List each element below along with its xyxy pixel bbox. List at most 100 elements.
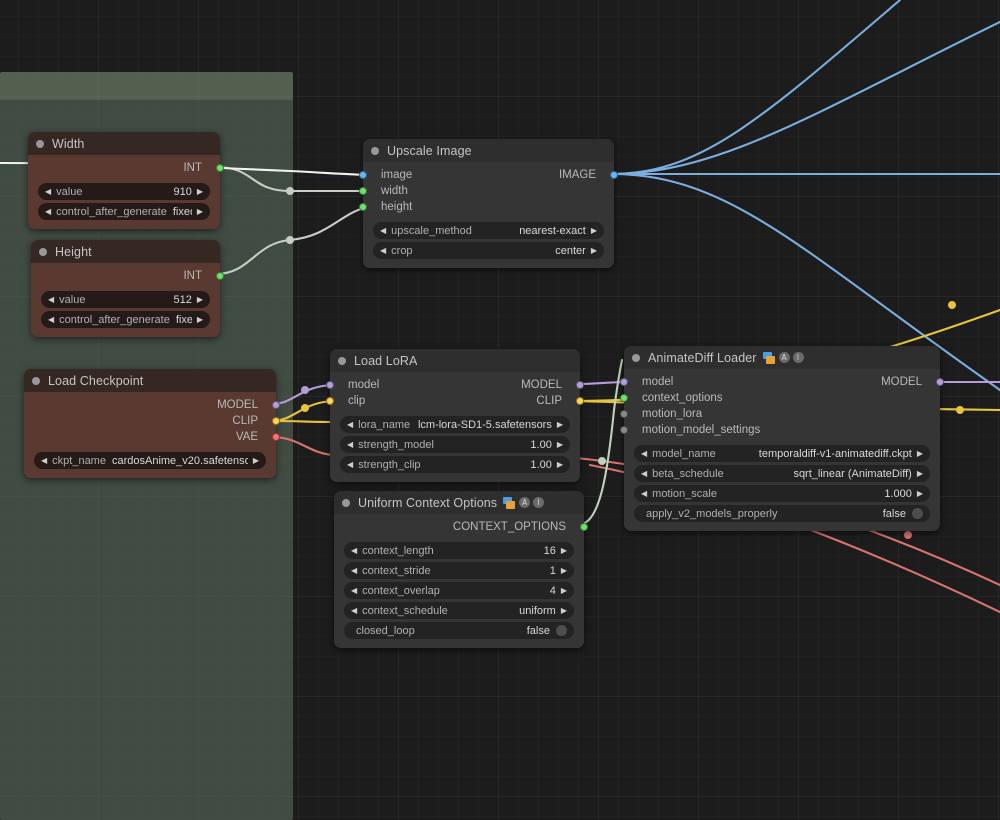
slot-dot-icon[interactable] [620,378,628,386]
slot-dot-icon[interactable] [576,381,584,389]
input-slot-context_options[interactable]: context_options [620,390,733,406]
input-slot-clip[interactable]: clip [326,393,375,409]
chevron-left-icon[interactable]: ◀ [48,295,54,304]
chevron-right-icon[interactable]: ▶ [591,226,597,235]
slot-dot-icon[interactable] [359,203,367,211]
output-slot-VAE[interactable]: VAE [226,429,280,445]
a-circle-icon[interactable]: A [778,352,790,363]
input-slot-motion_lora[interactable]: motion_lora [620,406,712,422]
slot-dot-icon[interactable] [580,523,588,531]
collapse-dot-icon[interactable] [36,139,44,148]
widget-control_after_generate[interactable]: ◀ control_after_generate fixed ▶ [41,311,210,328]
link-dot-reroute-dot-height[interactable] [286,236,294,244]
slot-dot-icon[interactable] [359,171,367,179]
widget-ckpt_name[interactable]: ◀ ckpt_name cardosAnime_v20.safetensors ▶ [34,452,266,469]
chevron-left-icon[interactable]: ◀ [351,546,357,555]
link-dot-reroute-dot-width[interactable] [286,187,294,195]
slot-dot-icon[interactable] [326,381,334,389]
node-load-checkpoint[interactable]: Load Checkpoint MODEL CLIP VAE ◀ ckpt_name car… [24,369,280,478]
link-image-out-1[interactable] [609,20,1000,176]
chevron-right-icon[interactable]: ▶ [557,420,563,429]
chevron-right-icon[interactable]: ▶ [197,207,203,216]
node-title-bar[interactable]: Uniform Context Options A I [334,491,584,514]
widget-value[interactable]: ◀ value 910 ▶ [38,183,210,200]
collapse-dot-icon[interactable] [39,247,47,256]
chevron-right-icon[interactable]: ▶ [253,456,259,465]
chevron-right-icon[interactable]: ▶ [917,469,923,478]
chevron-right-icon[interactable]: ▶ [557,440,563,449]
chevron-left-icon[interactable]: ◀ [347,460,353,469]
chevron-right-icon[interactable]: ▶ [197,187,203,196]
output-slot-CONTEXT_OPTIONS[interactable]: CONTEXT_OPTIONS [443,519,588,535]
output-slot-INT[interactable]: INT [173,160,224,176]
link-dot-reroute-dot-clip-right[interactable] [956,406,964,414]
input-slot-width[interactable]: width [359,183,418,199]
input-slot-motion_model_settings[interactable]: motion_model_settings [620,422,770,438]
node-title-bar[interactable]: AnimateDiff Loader A I [624,346,940,369]
chevron-right-icon[interactable]: ▶ [561,586,567,595]
chevron-right-icon[interactable]: ▶ [197,295,203,304]
widget-strength_clip[interactable]: ◀ strength_clip 1.00 ▶ [340,456,570,473]
widget-context_stride[interactable]: ◀ context_stride 1 ▶ [344,562,574,579]
link-dot-reroute-dot-clip[interactable] [301,404,309,412]
output-slot-CLIP[interactable]: CLIP [222,413,280,429]
output-slot-MODEL[interactable]: MODEL [871,374,944,390]
node-load-lora[interactable]: Load LoRA model MODEL clip CLIP ◀ lora_name lcm… [326,349,584,482]
folder-icon[interactable] [503,496,516,509]
a-circle-icon[interactable]: A [519,497,531,508]
slot-dot-icon[interactable] [620,426,628,434]
widget-context_schedule[interactable]: ◀ context_schedule uniform ▶ [344,602,574,619]
slot-dot-icon[interactable] [216,164,224,172]
link-dot-reroute-dot-clip-upper[interactable] [948,301,956,309]
slot-dot-icon[interactable] [272,417,280,425]
link-image-out-0[interactable] [609,0,902,176]
slot-dot-icon[interactable] [936,378,944,386]
chevron-left-icon[interactable]: ◀ [351,586,357,595]
collapse-dot-icon[interactable] [632,353,640,362]
chevron-left-icon[interactable]: ◀ [45,207,51,216]
link-ckpt-clip-branch[interactable] [270,419,338,424]
widget-strength_model[interactable]: ◀ strength_model 1.00 ▶ [340,436,570,453]
node-uniform-context-options[interactable]: Uniform Context Options A I CONTEXT_OPTIONS… [334,491,588,648]
node-title-bar[interactable]: Load Checkpoint [24,369,276,392]
chevron-right-icon[interactable]: ▶ [561,606,567,615]
output-slot-IMAGE[interactable]: IMAGE [549,167,618,183]
output-slot-MODEL[interactable]: MODEL [511,377,584,393]
chevron-right-icon[interactable]: ▶ [561,546,567,555]
chevron-right-icon[interactable]: ▶ [917,489,923,498]
i-circle-icon[interactable]: I [533,497,545,508]
widget-value[interactable]: ◀ value 512 ▶ [41,291,210,308]
input-slot-model[interactable]: model [620,374,683,390]
slot-dot-icon[interactable] [326,397,334,405]
slot-dot-icon[interactable] [272,433,280,441]
widget-lora_name[interactable]: ◀ lora_name lcm-lora-SD1-5.safetensors ▶ [340,416,570,433]
chevron-left-icon[interactable]: ◀ [351,566,357,575]
output-slot-MODEL[interactable]: MODEL [207,397,280,413]
collapse-dot-icon[interactable] [371,146,379,155]
widget-context_length[interactable]: ◀ context_length 16 ▶ [344,542,574,559]
node-width[interactable]: Width INT ◀ value 910 ▶ ◀ control_after_generat… [28,132,224,229]
widget-beta_schedule[interactable]: ◀ beta_schedule sqrt_linear (AnimateDiff) ▶ [634,465,930,482]
slot-dot-icon[interactable] [359,187,367,195]
link-ckpt-vae-out[interactable] [270,435,338,457]
chevron-right-icon[interactable]: ▶ [557,460,563,469]
chevron-left-icon[interactable]: ◀ [48,315,54,324]
node-title-bar[interactable]: Height [31,240,220,263]
chevron-left-icon[interactable]: ◀ [641,469,647,478]
widget-model_name[interactable]: ◀ model_name temporaldiff-v1-animatediff.c… [634,445,930,462]
chevron-left-icon[interactable]: ◀ [41,456,47,465]
node-title-bar[interactable]: Upscale Image [363,139,614,162]
node-graph-canvas[interactable]: Width INT ◀ value 910 ▶ ◀ control_after_generat… [0,0,1000,820]
chevron-left-icon[interactable]: ◀ [351,606,357,615]
link-dot-reroute-dot-model[interactable] [301,386,309,394]
chevron-left-icon[interactable]: ◀ [380,226,386,235]
link-dot-reroute-dot-ctx[interactable] [598,457,606,465]
node-upscale-image[interactable]: Upscale Image image IMAGE width height ◀ upsca… [359,139,618,268]
input-slot-model[interactable]: model [326,377,389,393]
slot-dot-icon[interactable] [620,394,628,402]
slot-dot-icon[interactable] [610,171,618,179]
chevron-left-icon[interactable]: ◀ [380,246,386,255]
toggle-knob-icon[interactable] [912,508,923,519]
chevron-right-icon[interactable]: ▶ [197,315,203,324]
chevron-right-icon[interactable]: ▶ [917,449,923,458]
